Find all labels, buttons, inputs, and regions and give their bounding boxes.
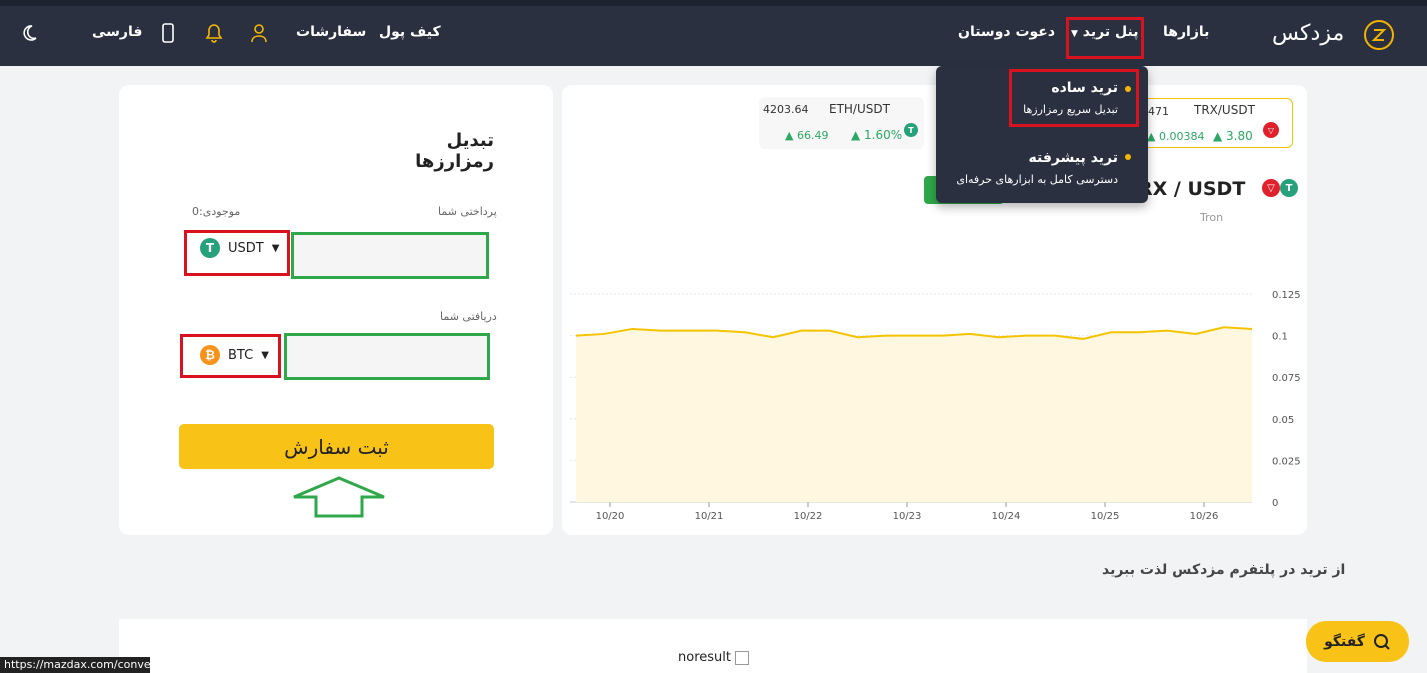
ticker-trx[interactable]: 0471 TRX/USDT ▲ 0.00384 ▲ 3.80 ▽: [1138, 98, 1293, 148]
y-tick-label: 0.075: [1272, 373, 1301, 384]
tron-icon: ▽: [1263, 122, 1279, 138]
logo-text[interactable]: مزدکس: [1272, 21, 1344, 46]
ticker-eth-name: ETH/USDT: [829, 102, 890, 116]
ticker-trx-change-value: 3.80: [1226, 129, 1253, 143]
balance-label: موجودی:0: [192, 205, 241, 218]
x-tick-label: 10/25: [1091, 511, 1120, 522]
promo-text: از ترید در پلتفرم مزدکس لذت ببرید: [1102, 562, 1346, 578]
ticker-eth-change-abs: ▲ 66.49: [785, 129, 829, 142]
converter-title: تبدیل رمزارزها: [415, 130, 494, 172]
x-tick-label: 10/23: [893, 511, 922, 522]
tron-icon: ▽: [1262, 179, 1280, 197]
arrow-up-icon: [293, 476, 385, 518]
ticker-eth[interactable]: 4203.64 ETH/USDT ▲ 66.49 ▲ 1.60% T: [759, 97, 924, 149]
highlight-trade-panel: [1066, 17, 1144, 59]
y-tick-label: 0.05: [1272, 415, 1294, 426]
ticker-eth-change-abs-value: 66.49: [796, 129, 829, 142]
search-chat-icon: [1373, 633, 1390, 650]
receive-label: دریافتی شما: [440, 310, 497, 323]
language-selector[interactable]: فارسی: [92, 24, 142, 40]
menu-item-advanced-trade[interactable]: ترید پیشرفته: [1029, 150, 1118, 166]
y-tick-label: 0.125: [1272, 290, 1301, 301]
price-chart[interactable]: 0 0.025 0.05 0.075 0.1 0.125 10/20 10/21 10/22 10…: [562, 282, 1307, 527]
submit-order-button[interactable]: ثبت سفارش: [179, 424, 494, 469]
ticker-trx-change: ▲ 3.80: [1213, 129, 1253, 143]
highlight-receive-input: [284, 333, 490, 380]
bell-icon[interactable]: [201, 20, 227, 46]
y-tick-label: 0: [1272, 498, 1278, 509]
pair-title: RX / USDT: [1138, 178, 1246, 200]
top-nav: فارسی سفارشات کیف پول دعوت دوستان ▼ پنل …: [0, 6, 1427, 66]
highlight-simple-trade: [1009, 69, 1139, 127]
y-tick-label: 0.025: [1272, 456, 1301, 467]
logo-icon[interactable]: [1364, 20, 1394, 50]
broken-image: noresult: [678, 650, 750, 665]
user-icon[interactable]: [246, 20, 272, 46]
menu-item-advanced-trade-desc: دسترسی کامل به ابزارهای حرفه‌ای: [956, 173, 1118, 186]
ticker-eth-change: ▲ 1.60%: [851, 128, 903, 142]
tether-icon: T: [1280, 179, 1298, 197]
x-tick-label: 10/26: [1190, 511, 1219, 522]
highlight-receive-coin: [180, 334, 281, 378]
nav-invite-friends[interactable]: دعوت دوستان: [958, 24, 1055, 40]
ticker-eth-change-value: 1.60%: [864, 128, 903, 142]
broken-image-icon: [735, 650, 750, 665]
nav-wallet[interactable]: کیف پول: [379, 24, 441, 40]
ticker-trx-name: TRX/USDT: [1194, 103, 1255, 117]
ticker-eth-price: 4203.64: [763, 103, 809, 116]
pair-subtitle: Tron: [1200, 211, 1224, 224]
x-tick-label: 10/21: [695, 511, 724, 522]
highlight-pay-coin: [184, 230, 290, 276]
moon-icon[interactable]: [16, 20, 42, 46]
x-tick-label: 10/24: [992, 511, 1021, 522]
ticker-trx-change-abs-value: 0.00384: [1158, 130, 1205, 143]
bullet-icon: [1125, 154, 1131, 160]
chat-label: گفتگو: [1324, 633, 1365, 650]
chat-button[interactable]: گفتگو: [1306, 621, 1409, 662]
noresult-text: noresult: [678, 650, 731, 665]
mobile-icon[interactable]: [155, 20, 181, 46]
highlight-pay-input: [291, 232, 489, 279]
tether-icon: T: [904, 123, 918, 137]
nav-markets[interactable]: بازارها: [1163, 24, 1209, 40]
status-url: https://mazdax.com/convert: [0, 657, 150, 673]
pay-label: پرداختی شما: [438, 205, 497, 218]
y-tick-label: 0.1: [1272, 332, 1288, 343]
series-area: [576, 327, 1252, 502]
nav-orders[interactable]: سفارشات: [296, 24, 366, 40]
ticker-trx-change-abs: ▲ 0.00384: [1147, 130, 1205, 143]
x-tick-label: 10/20: [596, 511, 625, 522]
x-tick-label: 10/22: [794, 511, 823, 522]
